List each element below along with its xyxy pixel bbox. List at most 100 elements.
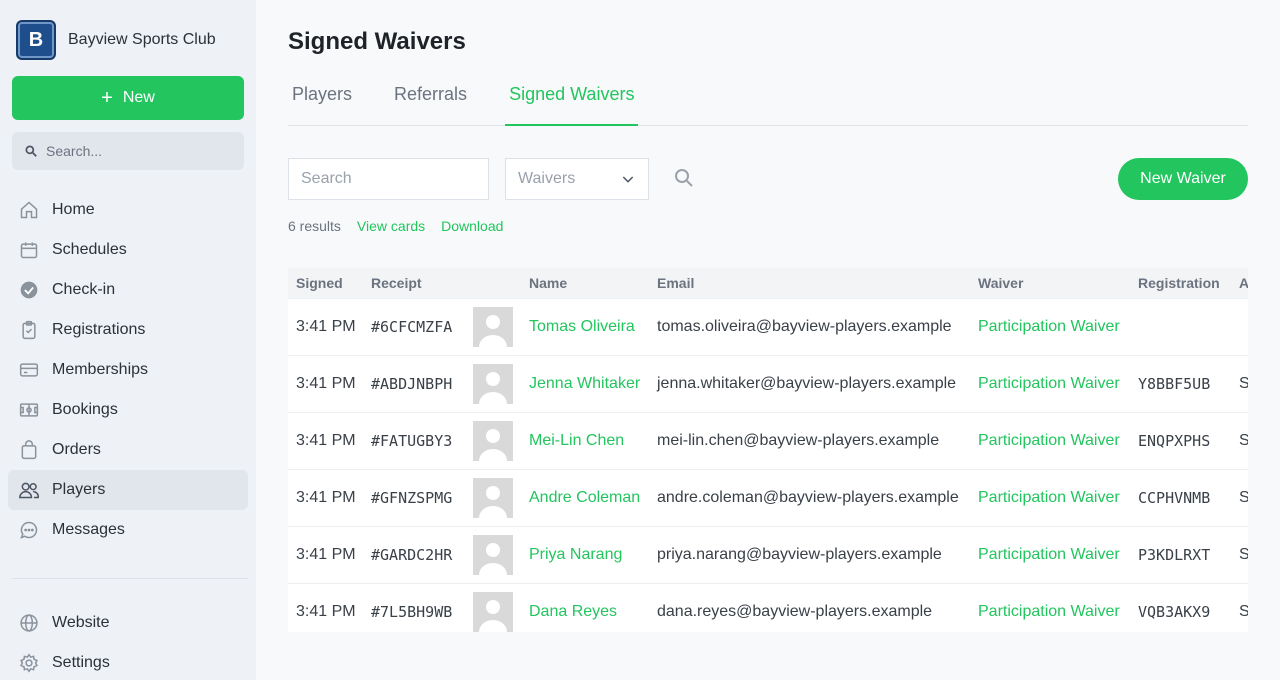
sidebar: B Bayview Sports Club + New Search... Ho… [0,0,256,680]
sidebar-item-orders[interactable]: Orders [8,430,248,470]
view-cards-link[interactable]: View cards [357,218,425,234]
email: jenna.whitaker@bayview-players.example [649,354,970,412]
signed-time: 3:41 PM [288,354,363,412]
page-title: Signed Waivers [288,28,466,55]
avatar-cell [465,525,521,583]
avatar [473,363,513,404]
tab-players[interactable]: Players [288,72,356,126]
truncated-cell: S [1231,468,1248,526]
avatar-cell [465,297,521,355]
brand-logo: B [16,20,56,60]
player-name-link[interactable]: Jenna Whitaker [521,354,649,412]
tab-referrals[interactable]: Referrals [390,72,471,126]
search-icon [25,145,37,157]
sidebar-item-settings[interactable]: Settings [8,643,248,680]
column-header-registration[interactable]: Registration [1130,268,1231,298]
table-row[interactable]: 3:41 PM #FATUGBY3 Mei-Lin Chen mei-lin.chen… [288,411,1248,469]
sidebar-item-players[interactable]: Players [8,470,248,510]
sidebar-item-label: Settings [52,654,110,671]
waiver-link[interactable]: Participation Waiver [970,525,1130,583]
waivers-table: Signed Receipt Name Email Waiver Registr… [288,268,1248,632]
receipt-code: #GFNZSPMG [363,468,465,526]
table-row[interactable]: 3:41 PM #ABDJNBPH Jenna Whitaker jenna.whit… [288,354,1248,412]
player-name-link[interactable]: Priya Narang [521,525,649,583]
table-row[interactable]: 3:41 PM #6CFCMZFA Tomas Oliveira tomas.oliv… [288,297,1248,355]
column-header-signed[interactable]: Signed [288,268,363,298]
card-icon [18,359,40,381]
clipboard-icon [18,319,40,341]
brand[interactable]: B Bayview Sports Club [16,20,216,60]
sidebar-item-label: Players [52,481,106,498]
sidebar-item-label: Website [52,614,110,631]
table-row[interactable]: 3:41 PM #7L5BH9WB Dana Reyes dana.reyes@bay… [288,582,1248,632]
table-row[interactable]: 3:41 PM #GFNZSPMG Andre Coleman andre.colem… [288,468,1248,526]
player-name-link[interactable]: Mei-Lin Chen [521,411,649,469]
sidebar-item-label: Schedules [52,241,127,258]
truncated-cell: S [1231,525,1248,583]
sidebar-item-bookings[interactable]: Bookings [8,390,248,430]
email: tomas.oliveira@bayview-players.example [649,297,970,355]
avatar [473,591,513,632]
signed-time: 3:41 PM [288,525,363,583]
avatar-cell [465,411,521,469]
sidebar-search-input[interactable]: Search... [12,132,244,170]
new-button[interactable]: + New [12,76,244,120]
new-button-label: New [122,89,155,106]
bag-icon [18,439,40,461]
sidebar-item-messages[interactable]: Messages [8,510,248,550]
plus-icon: + [101,87,113,109]
main-content: Signed Waivers Players Referrals Signed … [288,0,1248,680]
home-icon [18,199,40,221]
signed-time: 3:41 PM [288,468,363,526]
waiver-filter-select[interactable]: Waivers [505,158,649,200]
sidebar-item-schedules[interactable]: Schedules [8,230,248,270]
player-name-link[interactable]: Tomas Oliveira [521,297,649,355]
player-name-link[interactable]: Andre Coleman [521,468,649,526]
column-header-waiver[interactable]: Waiver [970,268,1130,298]
sidebar-nav: Home Schedules Check-in Registrations Me… [8,190,248,550]
waiver-link[interactable]: Participation Waiver [970,297,1130,355]
column-header-email[interactable]: Email [649,268,970,298]
truncated-cell [1231,297,1248,355]
avatar [473,477,513,518]
sidebar-item-home[interactable]: Home [8,190,248,230]
registration-code: ENQPXPHS [1130,411,1231,469]
avatar-cell [465,354,521,412]
new-waiver-button[interactable]: New Waiver [1118,158,1248,200]
sidebar-item-check-in[interactable]: Check-in [8,270,248,310]
waiver-filter-value: Waivers [518,170,576,187]
sidebar-item-website[interactable]: Website [8,603,248,643]
globe-icon [18,612,40,634]
waiver-link[interactable]: Participation Waiver [970,468,1130,526]
receipt-code: #6CFCMZFA [363,297,465,355]
column-header-truncated[interactable]: A [1231,268,1248,298]
receipt-code: #ABDJNBPH [363,354,465,412]
search-icon[interactable] [672,166,696,190]
sidebar-item-memberships[interactable]: Memberships [8,350,248,390]
waiver-link[interactable]: Participation Waiver [970,354,1130,412]
column-header-receipt[interactable]: Receipt [363,268,465,298]
tab-signed-waivers[interactable]: Signed Waivers [505,72,639,126]
toolbar: Search Waivers New Waiver [288,158,1248,200]
waiver-link[interactable]: Participation Waiver [970,411,1130,469]
avatar-cell [465,582,521,632]
download-link[interactable]: Download [441,218,503,234]
avatar-cell [465,468,521,526]
results-meta: 6 results View cards Download [288,218,503,234]
email: priya.narang@bayview-players.example [649,525,970,583]
table-row[interactable]: 3:41 PM #GARDC2HR Priya Narang priya.narang… [288,525,1248,583]
signed-time: 3:41 PM [288,411,363,469]
sidebar-item-registrations[interactable]: Registrations [8,310,248,350]
chat-icon [18,519,40,541]
field-icon [18,399,40,421]
signed-time: 3:41 PM [288,297,363,355]
gear-icon [18,652,40,674]
player-name-link[interactable]: Dana Reyes [521,582,649,632]
column-header-name[interactable]: Name [521,268,649,298]
table-body: 3:41 PM #6CFCMZFA Tomas Oliveira tomas.oliv… [288,297,1248,632]
search-input[interactable]: Search [288,158,489,200]
table-header-row: Signed Receipt Name Email Waiver Registr… [288,268,1248,298]
email: mei-lin.chen@bayview-players.example [649,411,970,469]
waiver-link[interactable]: Participation Waiver [970,582,1130,632]
results-count: 6 results [288,218,341,234]
